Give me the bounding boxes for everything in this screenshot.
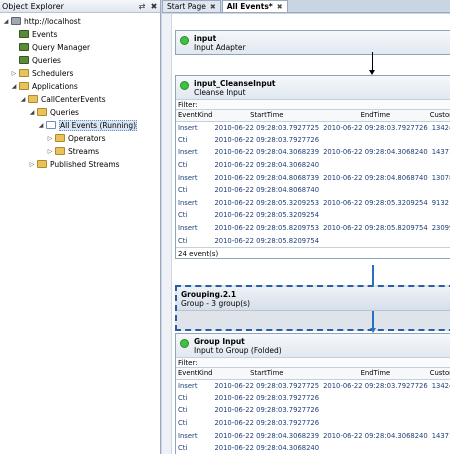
event-count: 24 event(s) [176, 246, 450, 258]
canvas-ruler [162, 14, 172, 454]
status-running-icon [180, 36, 189, 45]
tree-node-streams[interactable]: ▷ Streams [46, 145, 99, 157]
table-row[interactable]: Cti 2010-06-22 09:28:03.7927726 [176, 392, 450, 405]
events-table: EventKind StartTime EndTime CustomerId I… [176, 368, 450, 454]
object-explorer-panel: Object Explorer ⇄ ✖ ◢ http://localhost E… [0, 0, 161, 454]
tree-node-query-manager[interactable]: Query Manager [10, 41, 90, 53]
tree-node-server[interactable]: ◢ http://localhost [2, 15, 81, 27]
folder-icon [19, 82, 29, 90]
column-header[interactable]: EndTime [321, 368, 430, 380]
close-icon[interactable]: ✖ [148, 2, 160, 11]
explorer-titlebar: Object Explorer ⇄ ✖ [0, 0, 160, 13]
operator-name: Grouping.2.1 [181, 290, 237, 299]
table-row[interactable]: Insert 2010-06-22 09:28:04.3068239 2010-06… [176, 146, 450, 159]
collapse-icon[interactable]: ◢ [28, 109, 36, 116]
status-running-icon [180, 339, 189, 348]
connector-line [372, 52, 373, 72]
queries-icon [19, 56, 29, 64]
table-row[interactable]: Insert 2010-06-22 09:28:04.8068739 2010-06… [176, 171, 450, 184]
operator-description: Cleanse Input [194, 88, 246, 97]
folder-icon [28, 95, 38, 103]
table-row[interactable]: Insert 2010-06-22 09:28:04.3068239 2010-06… [176, 429, 450, 442]
operator-group-input[interactable]: Group Input Input to Group (Folded) Filt… [175, 333, 450, 454]
expand-icon[interactable]: ▷ [46, 135, 54, 142]
tree-node-queries[interactable]: Queries [10, 54, 61, 66]
tab-all-events[interactable]: All Events* ✖ [221, 0, 288, 12]
table-row[interactable]: Cti 2010-06-22 09:28:03.7927726 [176, 417, 450, 430]
table-row[interactable]: Cti 2010-06-22 09:28:04.3068240 [176, 442, 450, 454]
column-header[interactable]: EventKind [176, 110, 213, 122]
tree-node-callcenterevents[interactable]: ◢ CallCenterEvents [19, 93, 106, 105]
pin-icon[interactable]: ⇄ [136, 2, 148, 11]
operator-name: input [194, 34, 217, 43]
operator-description: Input Adapter [194, 43, 246, 52]
explorer-title: Object Explorer [2, 1, 64, 11]
table-row[interactable]: Cti 2010-06-22 09:28:04.3068240 [176, 159, 450, 172]
table-row[interactable]: Cti 2010-06-22 09:28:04.8068740 [176, 184, 450, 197]
query-graph-canvas[interactable]: input Input Adapter input_CleanseInput C… [162, 14, 450, 454]
collapse-icon[interactable]: ◢ [19, 96, 27, 103]
folder-icon [37, 160, 47, 168]
close-icon[interactable]: ✖ [210, 3, 216, 11]
folder-icon [55, 147, 65, 155]
document-tab-bar: Start Page ✖ All Events* ✖ [162, 0, 450, 13]
collapse-icon[interactable]: ◢ [37, 122, 45, 129]
table-row[interactable]: Cti 2010-06-22 09:28:03.7927726 [176, 134, 450, 147]
server-icon [11, 17, 21, 25]
folder-icon [37, 108, 47, 116]
status-running-icon [180, 81, 189, 90]
expand-icon[interactable]: ▷ [28, 161, 36, 168]
operator-name: input_CleanseInput [194, 79, 276, 88]
query-icon [46, 121, 56, 129]
table-row[interactable]: Insert 2010-06-22 09:28:03.7927725 2010-06… [176, 121, 450, 134]
tree-node-applications[interactable]: ◢ Applications [10, 80, 78, 92]
tree-node-published-streams[interactable]: ▷ Published Streams [28, 158, 120, 170]
table-row[interactable]: Cti 2010-06-22 09:28:05.3209254 [176, 209, 450, 222]
tree-node-all-events[interactable]: ◢ All Events (Running) [37, 119, 138, 131]
operator-name: Group Input [194, 337, 245, 346]
expand-icon[interactable]: ▷ [46, 148, 54, 155]
table-row[interactable]: Insert 2010-06-22 09:28:05.3209253 2010-06… [176, 197, 450, 210]
operator-description: Group - 3 group(s) [181, 299, 251, 308]
connector-line [372, 265, 374, 285]
filter-label[interactable]: Filter: [176, 100, 450, 110]
tree-node-schedulers[interactable]: ▷ Schedulers [10, 67, 74, 79]
collapse-icon[interactable]: ◢ [10, 83, 18, 90]
folder-icon [55, 134, 65, 142]
close-icon[interactable]: ✖ [277, 3, 283, 11]
column-header[interactable]: StartTime [212, 110, 322, 122]
table-row[interactable]: Cti 2010-06-22 09:28:03.7927726 [176, 404, 450, 417]
operator-grouping[interactable]: Grouping.2.1 Group - 3 group(s) [175, 285, 450, 331]
operator-input[interactable]: input Input Adapter [175, 30, 450, 55]
table-row[interactable]: Insert 2010-06-22 09:28:05.8209753 2010-06… [176, 222, 450, 235]
operator-cleanse-input[interactable]: input_CleanseInput Cleanse Input Filter:… [175, 75, 450, 259]
table-row[interactable]: Cti 2010-06-22 09:28:05.8209754 [176, 234, 450, 247]
events-table: EventKind StartTime EndTime CustomerId I… [176, 110, 450, 247]
folder-icon [19, 69, 29, 77]
column-header[interactable]: EndTime [321, 110, 430, 122]
column-header[interactable]: CustomerId [429, 368, 450, 380]
events-icon [19, 30, 29, 38]
tree-node-app-queries[interactable]: ◢ Queries [28, 106, 79, 118]
column-header[interactable]: CustomerId [429, 110, 450, 122]
expand-icon[interactable]: ▷ [10, 70, 18, 77]
tree-node-operators[interactable]: ▷ Operators [46, 132, 106, 144]
query-manager-icon [19, 43, 29, 51]
column-header[interactable]: StartTime [212, 368, 322, 380]
filter-label[interactable]: Filter: [176, 358, 450, 368]
operator-description: Input to Group (Folded) [194, 346, 282, 355]
collapse-icon[interactable]: ◢ [2, 18, 10, 25]
tab-start-page[interactable]: Start Page ✖ [162, 0, 221, 12]
tree-node-events[interactable]: Events [10, 28, 57, 40]
column-header[interactable]: EventKind [176, 368, 213, 380]
table-row[interactable]: Insert 2010-06-22 09:28:03.7927725 2010-06… [176, 379, 450, 392]
